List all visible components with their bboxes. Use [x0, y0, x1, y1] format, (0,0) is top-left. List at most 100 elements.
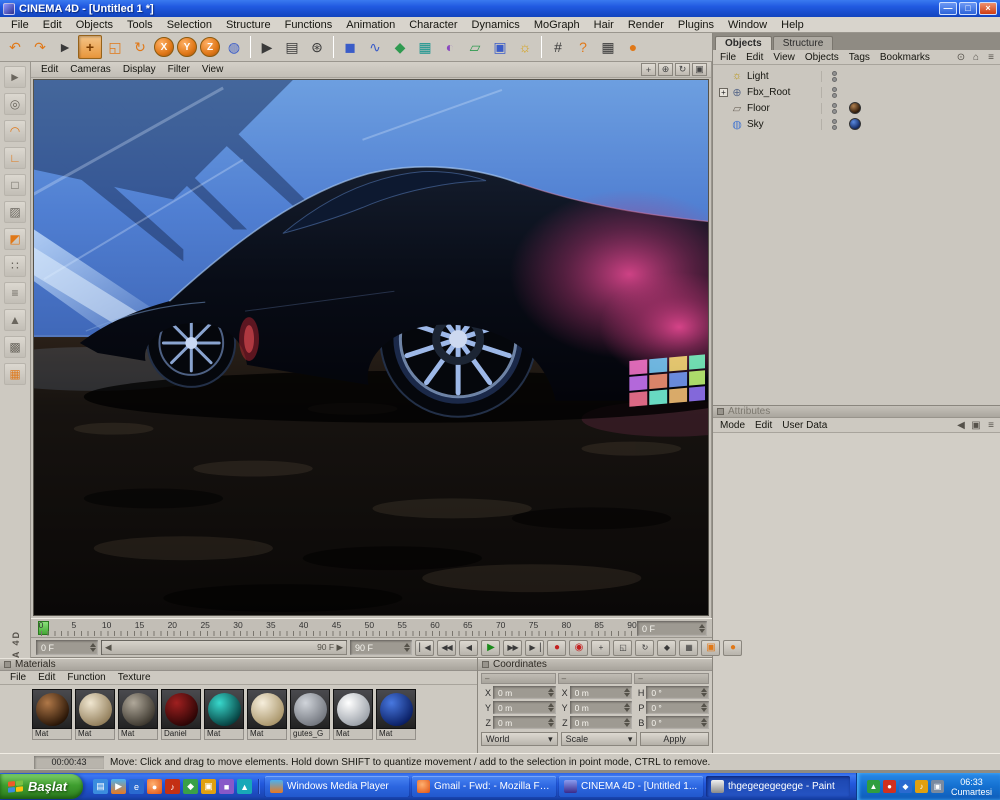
rot-p-field[interactable]: 0 °: [646, 701, 709, 714]
rotate-tool-icon[interactable]: ↻: [128, 35, 152, 59]
attr-menu-userdata[interactable]: User Data: [777, 420, 832, 431]
network-tray-icon[interactable]: ◆: [899, 780, 912, 793]
material-tag-icon[interactable]: [849, 102, 861, 114]
record-parameter-icon[interactable]: ◆: [657, 640, 676, 656]
help-icon[interactable]: ?: [571, 35, 595, 59]
internet-explorer-icon[interactable]: e: [129, 779, 144, 794]
lock-y-icon[interactable]: Y: [177, 37, 197, 57]
menu-dynamics[interactable]: Dynamics: [465, 18, 527, 32]
lock-x-icon[interactable]: X: [154, 37, 174, 57]
vp-menu-display[interactable]: Display: [117, 64, 162, 75]
taskbar-button-cinema4d[interactable]: CINEMA 4D - [Untitled 1...: [559, 776, 703, 797]
scale-dropdown[interactable]: Scale▾: [561, 732, 638, 746]
texture-mode-icon[interactable]: ▨: [4, 201, 26, 223]
record-keyframe-icon[interactable]: ●: [547, 640, 566, 656]
coord-system-icon[interactable]: ◍: [222, 35, 246, 59]
add-floor-icon[interactable]: ▱: [463, 35, 487, 59]
size-group-header[interactable]: –: [558, 673, 633, 684]
visibility-dots[interactable]: [821, 103, 837, 114]
maximize-button[interactable]: □: [959, 2, 977, 15]
folder-icon[interactable]: ■: [219, 779, 234, 794]
size-x-field[interactable]: 0 m: [570, 686, 633, 699]
position-group-header[interactable]: –: [481, 673, 556, 684]
show-desktop-icon[interactable]: ▤: [93, 779, 108, 794]
rot-b-field[interactable]: 0 °: [646, 716, 709, 729]
add-camera-icon[interactable]: ▣: [488, 35, 512, 59]
material-item[interactable]: Mat: [118, 689, 158, 740]
search-icon[interactable]: ⊙: [954, 52, 968, 63]
range-left-arrow-icon[interactable]: ◀: [105, 642, 112, 653]
next-frame-icon[interactable]: ▶▶: [503, 640, 522, 656]
texture-axis-mode-icon[interactable]: ▩: [4, 336, 26, 358]
messenger-icon[interactable]: ◆: [183, 779, 198, 794]
viewport-toggle-icon[interactable]: ▣: [692, 63, 707, 76]
spinner-icon[interactable]: [699, 624, 705, 633]
material-preview[interactable]: [294, 693, 327, 726]
polygons-mode-icon[interactable]: ▲: [4, 309, 26, 331]
coord-manager-icon[interactable]: ▦: [596, 35, 620, 59]
pos-y-field[interactable]: 0 m: [493, 701, 556, 714]
add-boole-icon[interactable]: ◐: [438, 35, 462, 59]
menu-file[interactable]: File: [4, 18, 36, 32]
menu-plugins[interactable]: Plugins: [671, 18, 721, 32]
goto-start-icon[interactable]: ▏◀: [415, 640, 434, 656]
om-menu-icon[interactable]: ≡: [984, 52, 998, 63]
add-light-icon[interactable]: ☼: [513, 35, 537, 59]
attr-menu-icon[interactable]: ≡: [984, 420, 998, 431]
start-frame-field[interactable]: 0 F: [36, 640, 98, 655]
updates-tray-icon[interactable]: ●: [883, 780, 896, 793]
vp-menu-cameras[interactable]: Cameras: [64, 64, 117, 75]
menu-objects[interactable]: Objects: [69, 18, 120, 32]
goto-end-icon[interactable]: ▶▕: [525, 640, 544, 656]
material-tag-icon[interactable]: [849, 118, 861, 130]
object-row-fbx-root[interactable]: + ⊕ Fbx_Root: [713, 84, 1000, 100]
menu-edit[interactable]: Edit: [36, 18, 69, 32]
rotation-group-header[interactable]: –: [634, 673, 709, 684]
material-item[interactable]: Mat: [376, 689, 416, 740]
redo-icon[interactable]: ↷: [28, 35, 52, 59]
object-row-light[interactable]: ☼ Light: [713, 68, 1000, 84]
rot-h-field[interactable]: 0 °: [646, 686, 709, 699]
visibility-dots[interactable]: [821, 71, 837, 82]
taskbar-button-wmp[interactable]: Windows Media Player: [265, 776, 409, 797]
mail-icon[interactable]: ▣: [201, 779, 216, 794]
material-preview[interactable]: [36, 693, 69, 726]
edges-mode-icon[interactable]: ≡: [4, 282, 26, 304]
add-spline-icon[interactable]: ∿: [363, 35, 387, 59]
close-button[interactable]: ×: [979, 2, 997, 15]
play-icon[interactable]: ▶: [481, 640, 500, 656]
media-player-icon[interactable]: ▶: [111, 779, 126, 794]
tool-icon[interactable]: ▲: [237, 779, 252, 794]
start-button[interactable]: Başlat: [0, 774, 83, 799]
material-manager-icon[interactable]: ●: [621, 35, 645, 59]
range-right-arrow-icon[interactable]: ▶: [336, 642, 343, 652]
add-array-icon[interactable]: ▦: [413, 35, 437, 59]
anim-palette-icon[interactable]: ●: [723, 640, 742, 656]
record-point-level-icon[interactable]: ▦: [679, 640, 698, 656]
menu-mograph[interactable]: MoGraph: [527, 18, 587, 32]
vp-menu-view[interactable]: View: [196, 64, 230, 75]
timeline-ruler[interactable]: 0 5 10 15 20 25 30 35 40 45 50 55 60 65 …: [31, 618, 712, 638]
winamp-icon[interactable]: ♪: [165, 779, 180, 794]
material-preview[interactable]: [208, 693, 241, 726]
tab-structure[interactable]: Structure: [773, 36, 834, 50]
viewport-zoom-icon[interactable]: ⊕: [658, 63, 673, 76]
autokeying-icon[interactable]: ◉: [569, 640, 588, 656]
range-handle[interactable]: ◀ 90 F ▶: [102, 641, 346, 654]
spinner-icon[interactable]: [90, 643, 96, 652]
vp-menu-edit[interactable]: Edit: [35, 64, 64, 75]
messenger-tray-icon[interactable]: ▣: [931, 780, 944, 793]
move-tool-icon[interactable]: +: [78, 35, 102, 59]
workplane-mode-icon[interactable]: ▦: [4, 363, 26, 385]
size-z-field[interactable]: 0 m: [570, 716, 633, 729]
model-mode-icon[interactable]: □: [4, 174, 26, 196]
material-preview[interactable]: [165, 693, 198, 726]
taskbar-button-paint[interactable]: thgegegegegege - Paint: [706, 776, 850, 797]
live-selection-icon[interactable]: ►: [53, 35, 77, 59]
pos-z-field[interactable]: 0 m: [493, 716, 556, 729]
material-preview[interactable]: [122, 693, 155, 726]
viewport-rotate-icon[interactable]: ↻: [675, 63, 690, 76]
preview-range-slider[interactable]: ◀ 90 F ▶: [101, 640, 347, 655]
prev-frame-icon[interactable]: ◀: [459, 640, 478, 656]
mat-menu-function[interactable]: Function: [61, 672, 111, 683]
